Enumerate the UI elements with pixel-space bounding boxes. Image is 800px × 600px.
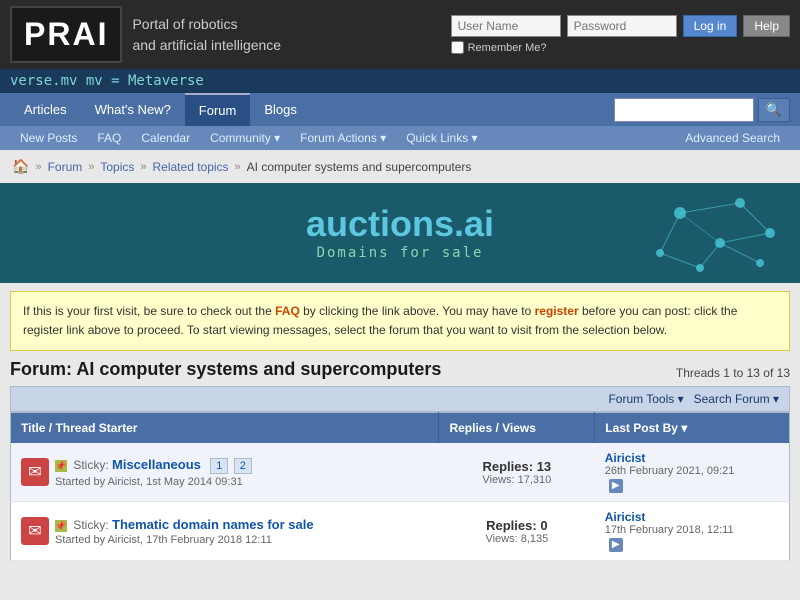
- logo-area: PRAI Portal of robotics and artificial i…: [10, 6, 281, 63]
- remember-row: Remember Me?: [451, 41, 790, 54]
- thread-link-1[interactable]: Thematic domain names for sale: [112, 517, 314, 532]
- password-input[interactable]: [567, 15, 677, 37]
- notice-text1: If this is your first visit, be sure to …: [23, 304, 275, 318]
- lastpost-author-1[interactable]: Airicist: [605, 510, 646, 524]
- nav-search-button[interactable]: 🔍: [758, 98, 790, 122]
- thread-title-cell: 📌 Sticky: Miscellaneous 1 2 Started by A…: [11, 443, 439, 502]
- help-button[interactable]: Help: [743, 15, 790, 37]
- lastpost-date-1: 17th February 2018, 12:11: [605, 524, 779, 536]
- notice-box: If this is your first visit, be sure to …: [10, 291, 790, 351]
- forum-tools-button[interactable]: Forum Tools ▾: [608, 392, 683, 406]
- sticky-icon: 📌: [55, 460, 67, 472]
- forum-toolbar: Forum Tools ▾ Search Forum ▾: [10, 386, 790, 412]
- breadcrumb: 🏠 » Forum » Topics » Related topics » AI…: [0, 150, 800, 183]
- lastpost-arrow-0[interactable]: ▶: [609, 479, 623, 493]
- breadcrumb-forum[interactable]: Forum: [48, 160, 83, 174]
- thread-table: Title / Thread Starter Replies / Views L…: [10, 412, 790, 561]
- breadcrumb-topics[interactable]: Topics: [100, 160, 134, 174]
- forum-section: Forum: AI computer systems and supercomp…: [10, 359, 790, 561]
- logo-text: PRAI: [24, 16, 108, 52]
- sub-nav: New Posts FAQ Calendar Community ▾ Forum…: [0, 126, 800, 150]
- thread-status-icon-1: [21, 517, 49, 545]
- home-icon[interactable]: 🏠: [12, 158, 29, 175]
- thread-link-0[interactable]: Miscellaneous: [112, 457, 201, 472]
- auth-area: Log in Help Remember Me?: [451, 15, 790, 54]
- nav-search-area: 🔍: [614, 98, 790, 122]
- forum-header-row: Forum: AI computer systems and supercomp…: [10, 359, 790, 380]
- subnav-quicklinks[interactable]: Quick Links ▾: [396, 126, 487, 150]
- tagline: Portal of robotics and artificial intell…: [132, 14, 281, 56]
- subnav-community[interactable]: Community ▾: [200, 126, 290, 150]
- views-value-1: Views: 8,135: [449, 533, 585, 545]
- tagline-line1: Portal of robotics and artificial intell…: [132, 14, 281, 56]
- nav-articles[interactable]: Articles: [10, 94, 81, 125]
- page-link-1[interactable]: 1: [210, 458, 228, 474]
- remember-checkbox[interactable]: [451, 41, 464, 54]
- breadcrumb-sep3: »: [140, 161, 146, 173]
- username-input[interactable]: [451, 15, 561, 37]
- search-forum-button[interactable]: Search Forum ▾: [694, 392, 779, 406]
- remember-label: Remember Me?: [468, 42, 547, 54]
- nav-blogs[interactable]: Blogs: [250, 94, 311, 125]
- thread-count: Threads 1 to 13 of 13: [676, 366, 790, 380]
- thread-info: 📌 Sticky: Miscellaneous 1 2 Started by A…: [55, 457, 254, 488]
- sticky-label: Sticky:: [73, 458, 112, 472]
- lastpost-author-0[interactable]: Airicist: [605, 451, 646, 465]
- sub-nav-left: New Posts FAQ Calendar Community ▾ Forum…: [10, 126, 488, 150]
- forum-title: Forum: AI computer systems and supercomp…: [10, 359, 441, 380]
- sticky-icon-1: 📌: [55, 520, 67, 532]
- lastpost-cell-1: Airicist 17th February 2018, 12:11 ▶: [595, 502, 790, 561]
- col-header-title: Title / Thread Starter: [11, 413, 439, 444]
- subnav-newposts[interactable]: New Posts: [10, 126, 87, 150]
- breadcrumb-sep2: »: [88, 161, 94, 173]
- banner-area: auctions.ai Domains for sale: [0, 183, 800, 283]
- marquee-bar: verse.mv mv = Metaverse: [0, 69, 800, 93]
- thread-title-cell-1: 📌 Sticky: Thematic domain names for sale…: [11, 502, 439, 561]
- notice-text2: by clicking the link above. You may have…: [300, 304, 535, 318]
- top-bar: PRAI Portal of robotics and artificial i…: [0, 0, 800, 69]
- auth-row: Log in Help: [451, 15, 790, 37]
- starter-info-1: Started by Airicist, 17th February 2018 …: [55, 534, 314, 546]
- login-button[interactable]: Log in: [683, 15, 738, 37]
- faq-link[interactable]: FAQ: [275, 304, 300, 318]
- register-link[interactable]: register: [535, 304, 579, 318]
- nav-bar: Articles What's New? Forum Blogs 🔍: [0, 93, 800, 126]
- page-link-2[interactable]: 2: [234, 458, 252, 474]
- subnav-forumactions[interactable]: Forum Actions ▾: [290, 126, 396, 150]
- col-header-lastpost[interactable]: Last Post By ▾: [595, 413, 790, 444]
- breadcrumb-related[interactable]: Related topics: [153, 160, 229, 174]
- thread-title-line-1: 📌 Sticky: Thematic domain names for sale: [55, 517, 314, 532]
- breadcrumb-sep4: »: [235, 161, 241, 173]
- breadcrumb-sep1: »: [35, 161, 41, 173]
- logo-box: PRAI: [10, 6, 122, 63]
- col-header-replies: Replies / Views: [439, 413, 595, 444]
- thread-info-1: 📌 Sticky: Thematic domain names for sale…: [55, 517, 314, 546]
- table-row: 📌 Sticky: Miscellaneous 1 2 Started by A…: [11, 443, 790, 502]
- thread-title-line: 📌 Sticky: Miscellaneous 1 2: [55, 457, 254, 474]
- lastpost-arrow-1[interactable]: ▶: [609, 538, 623, 552]
- replies-cell-0: Replies: 13 Views: 17,310: [439, 443, 595, 502]
- advanced-search-link[interactable]: Advanced Search: [675, 126, 790, 150]
- marquee-text: verse.mv mv = Metaverse: [10, 73, 204, 89]
- replies-value-1: Replies: 0: [449, 518, 585, 533]
- banner-network-graphic: [600, 183, 800, 283]
- page-links-0: 1 2: [210, 458, 254, 474]
- lastpost-cell-0: Airicist 26th February 2021, 09:21 ▶: [595, 443, 790, 502]
- nav-whatsnew[interactable]: What's New?: [81, 94, 185, 125]
- breadcrumb-current: AI computer systems and supercomputers: [247, 160, 472, 174]
- nav-search-input[interactable]: [614, 98, 754, 122]
- sticky-label-1: Sticky:: [73, 518, 112, 532]
- thread-status-icon: [21, 458, 49, 486]
- subnav-calendar[interactable]: Calendar: [131, 126, 200, 150]
- table-row: 📌 Sticky: Thematic domain names for sale…: [11, 502, 790, 561]
- nav-forum[interactable]: Forum: [185, 93, 251, 126]
- replies-cell-1: Replies: 0 Views: 8,135: [439, 502, 595, 561]
- starter-info-0: Started by Airicist, 1st May 2014 09:31: [55, 476, 254, 488]
- replies-value-0: Replies: 13: [449, 459, 585, 474]
- subnav-faq[interactable]: FAQ: [87, 126, 131, 150]
- views-value-0: Views: 17,310: [449, 474, 585, 486]
- lastpost-date-0: 26th February 2021, 09:21: [605, 465, 779, 477]
